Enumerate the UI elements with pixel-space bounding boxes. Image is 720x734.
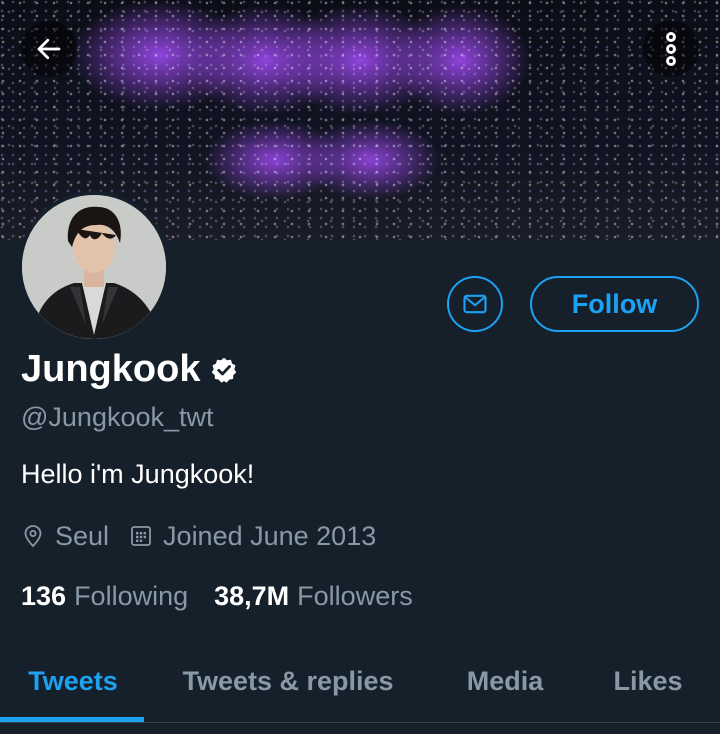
message-button[interactable] (447, 276, 503, 332)
profile-handle: @Jungkook_twt (21, 402, 214, 432)
location-item: Seul (21, 521, 109, 552)
follow-button[interactable]: Follow (530, 276, 699, 332)
following-label: Following (74, 580, 189, 611)
following-count: 136 (21, 580, 67, 611)
display-name-row: Jungkook (21, 348, 238, 391)
following-stat[interactable]: 136 Following (21, 581, 188, 612)
avatar-image (22, 195, 166, 339)
mail-icon (461, 290, 489, 318)
joined-item: Joined June 2013 (129, 521, 376, 552)
location-text: Seul (55, 520, 110, 551)
avatar[interactable] (18, 191, 170, 343)
display-name: Jungkook (21, 348, 201, 390)
tab-likes[interactable]: Likes (590, 640, 706, 722)
followers-count: 38,7M (214, 580, 290, 611)
profile-bio: Hello i'm Jungkook! (21, 459, 255, 489)
calendar-icon (129, 524, 163, 548)
profile-meta: Seul Joined June 2013 (21, 518, 376, 554)
arrow-left-icon (34, 34, 64, 64)
tab-media[interactable]: Media (440, 640, 570, 722)
tab-tweets-replies[interactable]: Tweets & replies (160, 640, 416, 722)
back-button[interactable] (21, 21, 77, 77)
tab-tweets[interactable]: Tweets (0, 640, 146, 722)
location-pin-icon (21, 523, 55, 549)
profile-stats: 136 Following 38,7M Followers (21, 578, 413, 614)
joined-text: Joined June 2013 (163, 520, 377, 551)
verified-badge-icon (210, 356, 238, 384)
more-options-button[interactable] (643, 21, 699, 77)
more-vertical-icon (656, 31, 686, 67)
followers-label: Followers (297, 580, 413, 611)
profile-tabs: Tweets Tweets & replies Media Likes (0, 640, 720, 722)
tabs-divider (0, 722, 720, 723)
followers-stat[interactable]: 38,7M Followers (214, 581, 413, 612)
